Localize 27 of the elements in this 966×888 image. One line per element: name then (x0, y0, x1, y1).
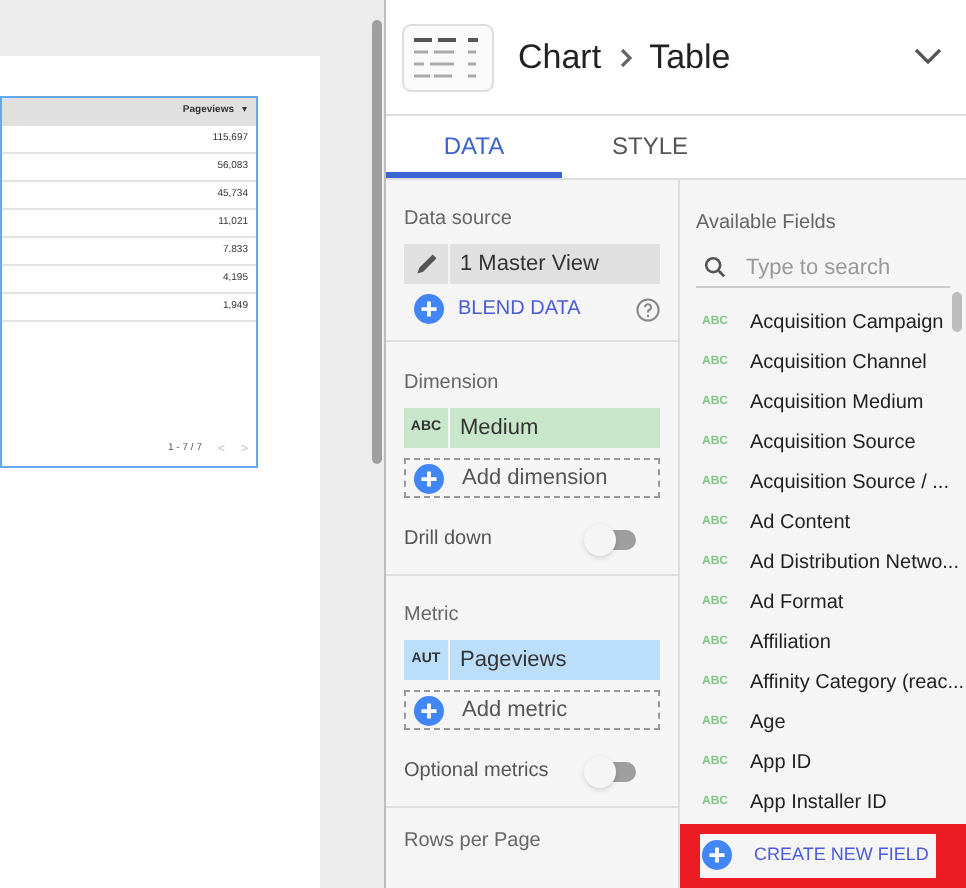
search-field[interactable]: Type to search (746, 251, 946, 285)
help-icon[interactable] (636, 297, 660, 321)
plus-icon (414, 463, 444, 493)
scrollbar[interactable] (952, 292, 962, 332)
section-heading: Dimension (404, 370, 501, 398)
section-heading: Metric (404, 602, 461, 630)
section-heading: Rows per Page (404, 830, 541, 852)
plus-icon (414, 695, 444, 725)
search-icon (704, 256, 726, 279)
section-heading: Data source (404, 206, 514, 234)
add-metric-button[interactable]: Add metric (404, 690, 660, 730)
chevron-right-icon (617, 47, 634, 67)
plus-icon (414, 294, 444, 324)
optional-metrics-label: Optional metrics (404, 758, 549, 786)
tab[interactable]: STYLE (562, 116, 738, 178)
blend-data-link[interactable]: BLEND DATA (458, 294, 581, 324)
section-heading: Available Fields (694, 210, 838, 238)
data-source-chip[interactable]: 1 Master View (404, 244, 660, 284)
create-new-field-button[interactable]: CREATE NEW FIELD (700, 833, 937, 878)
plus-icon (702, 840, 732, 871)
chevron-down-icon[interactable] (914, 48, 942, 66)
chart-type[interactable]: Table (649, 31, 731, 83)
drill-down-label: Drill down (404, 526, 492, 554)
chart-breadcrumb[interactable]: Chart (518, 31, 602, 83)
table-chart-icon (402, 23, 494, 91)
scrollbar[interactable] (372, 20, 382, 464)
add-dimension-button[interactable]: Add dimension (404, 458, 660, 498)
